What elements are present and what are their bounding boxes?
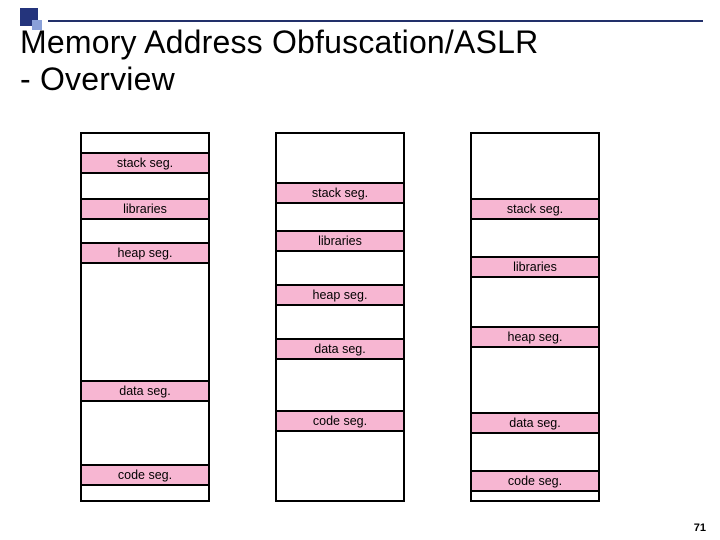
segment-heap: heap seg. [80,242,210,264]
slide-title: Memory Address Obfuscation/ASLR - Overvi… [20,24,538,98]
memory-column-3: stack seg. libraries heap seg. data seg.… [470,132,600,502]
memory-layout-diagram: stack seg. libraries heap seg. data seg.… [80,132,640,502]
slide: Memory Address Obfuscation/ASLR - Overvi… [0,0,720,540]
segment-heap: heap seg. [275,284,405,306]
segment-libraries: libraries [80,198,210,220]
segment-libraries: libraries [470,256,600,278]
memory-column-1: stack seg. libraries heap seg. data seg.… [80,132,210,502]
title-rule [48,20,703,22]
title-line-2: - Overview [20,61,175,97]
segment-code: code seg. [275,410,405,432]
segment-libraries: libraries [275,230,405,252]
segment-data: data seg. [275,338,405,360]
segment-data: data seg. [470,412,600,434]
segment-code: code seg. [470,470,600,492]
memory-column-2: stack seg. libraries heap seg. data seg.… [275,132,405,502]
segment-code: code seg. [80,464,210,486]
title-line-1: Memory Address Obfuscation/ASLR [20,24,538,60]
segment-stack: stack seg. [80,152,210,174]
segment-stack: stack seg. [275,182,405,204]
segment-data: data seg. [80,380,210,402]
segment-stack: stack seg. [470,198,600,220]
page-number: 71 [694,522,706,534]
segment-heap: heap seg. [470,326,600,348]
